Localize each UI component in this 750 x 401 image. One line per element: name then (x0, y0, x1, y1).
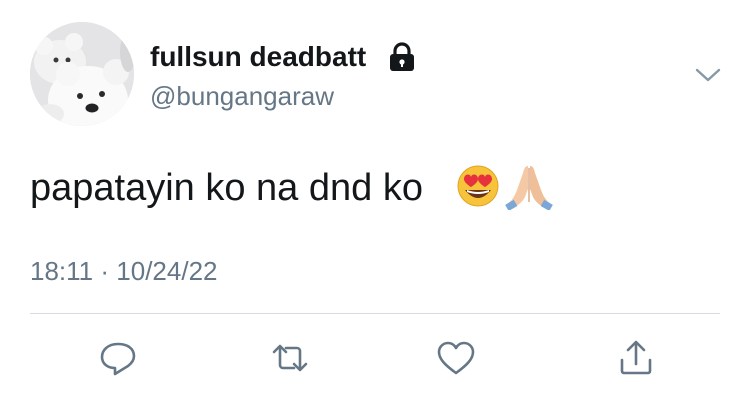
tweet-timestamp[interactable]: 18:11 · 10/24/22 (30, 255, 218, 287)
lock-icon (390, 42, 414, 71)
tweet-emojis (457, 165, 553, 210)
divider (30, 313, 720, 314)
heart-icon (437, 341, 475, 375)
meta-separator: · (100, 256, 110, 286)
folded-hands-emoji (505, 166, 553, 210)
tweet-card: fullsun deadbatt @bungangaraw papatayin … (0, 0, 750, 401)
tweet-time: 18:11 (30, 256, 94, 286)
share-icon (620, 340, 652, 375)
reply-icon (100, 342, 136, 376)
retweet-button[interactable] (268, 336, 312, 380)
like-button[interactable] (434, 336, 478, 380)
user-handle[interactable]: @bungangaraw (150, 80, 334, 112)
tweet-text: papatayin ko na dnd ko (30, 167, 423, 209)
reply-button[interactable] (96, 336, 140, 380)
display-name[interactable]: fullsun deadbatt (150, 40, 366, 74)
share-button[interactable] (614, 336, 658, 380)
tweet-date: 10/24/22 (116, 256, 218, 286)
retweet-icon (272, 344, 308, 372)
chevron-down-icon[interactable] (693, 60, 723, 90)
avatar[interactable] (30, 22, 134, 126)
heart-eyes-emoji (457, 165, 499, 207)
